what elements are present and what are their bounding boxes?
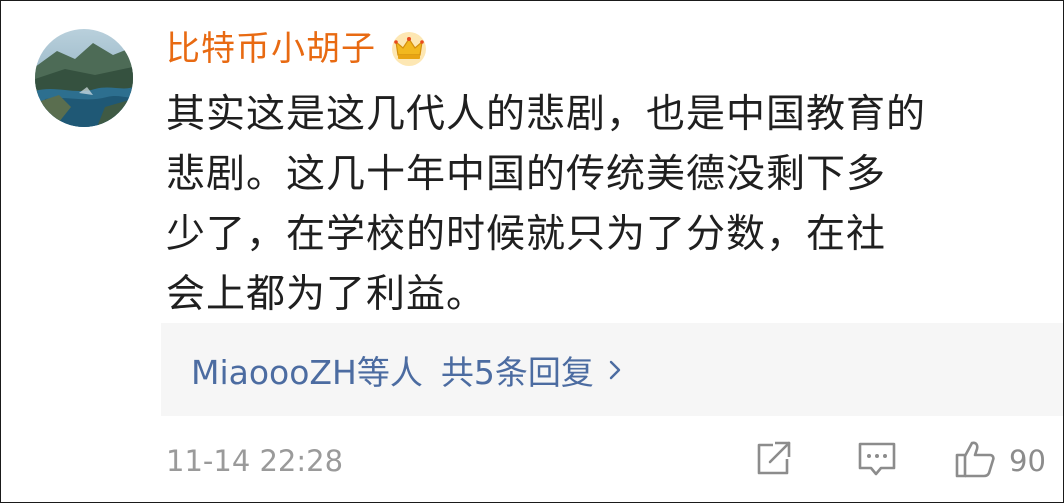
username-row: 比特币小胡子 <box>166 25 430 73</box>
chevron-right-icon <box>608 358 622 382</box>
reply-users: MiaoooZH等人 <box>191 352 423 392</box>
comment-icon <box>856 439 898 483</box>
like-count: 90 <box>1009 444 1046 478</box>
like-button[interactable]: 90 <box>953 439 1046 483</box>
timestamp: 11-14 22:28 <box>166 444 344 478</box>
comment-card: 比特币小胡子 其实这是这几代人的悲剧，也是中国教育的 悲剧。这几十年中国的传统美… <box>0 0 1064 503</box>
avatar[interactable] <box>35 29 133 127</box>
thumbs-up-icon <box>953 439 997 483</box>
avatar-landscape-image <box>35 29 133 127</box>
username[interactable]: 比特币小胡子 <box>166 32 376 66</box>
replies-panel[interactable]: MiaoooZH等人 共5条回复 <box>161 323 1063 416</box>
reply-count: 共5条回复 <box>440 352 594 392</box>
share-button[interactable] <box>753 439 793 483</box>
comment-button[interactable] <box>856 439 898 483</box>
crown-icon <box>388 29 430 69</box>
comment-text: 其实这是这几代人的悲剧，也是中国教育的 悲剧。这几十年中国的传统美德没剩下多 少… <box>166 92 927 317</box>
view-replies-link[interactable]: MiaoooZH等人 共5条回复 <box>191 323 622 416</box>
share-icon <box>753 439 793 483</box>
